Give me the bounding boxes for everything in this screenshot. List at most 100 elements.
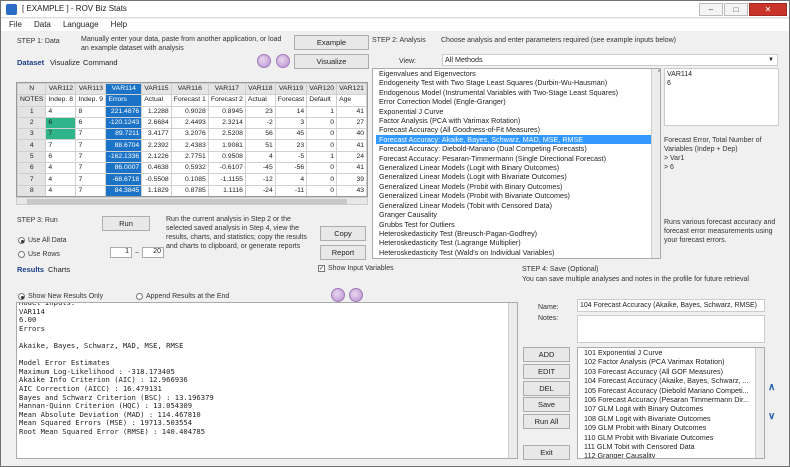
data-cell[interactable]: 4 — [45, 105, 77, 118]
list-item[interactable]: Generalized Linear Models (Probit with B… — [376, 191, 651, 200]
data-cell[interactable]: 6 — [45, 116, 77, 130]
list-item[interactable]: 101 Exponential J Curve — [581, 348, 755, 357]
list-item[interactable]: 108 GLM Logit with Bivariate Outcomes — [581, 414, 755, 423]
notes-cell[interactable]: Errors — [105, 94, 143, 107]
minimize-button[interactable]: – — [699, 3, 723, 16]
data-cell[interactable]: -0.5508 — [141, 173, 172, 186]
data-cell[interactable]: 40 — [336, 128, 367, 141]
data-cell[interactable]: 0 — [306, 139, 338, 152]
data-cell[interactable]: 221.4876 — [105, 105, 143, 118]
data-cell[interactable]: 1.1116 — [207, 184, 246, 196]
list-item[interactable]: Forecast Accuracy: Pesaran-Timmermann (S… — [376, 154, 651, 163]
data-cell[interactable]: -56 — [274, 162, 308, 175]
use-all-data-radio[interactable] — [18, 237, 25, 244]
data-cell[interactable]: -68.6718 — [105, 173, 143, 186]
data-cell[interactable]: 51 — [244, 139, 276, 152]
data-cell[interactable]: 2.2392 — [141, 139, 172, 152]
data-cell[interactable]: 43 — [336, 184, 367, 196]
analysis-methods-list[interactable]: Eigenvalues and Eigenvectors Endogeneity … — [372, 68, 661, 259]
list-item[interactable]: 102 Factor Analysis (PCA Varimax Rotatio… — [581, 357, 755, 366]
list-item[interactable]: Granger Causality — [376, 210, 651, 219]
example-button[interactable]: Example — [294, 35, 369, 50]
data-cell[interactable]: 4 — [244, 150, 276, 164]
list-item[interactable]: Heteroskedasticity Test (Wald's on Indiv… — [376, 248, 651, 257]
move-up-icon[interactable]: ∧ — [768, 382, 775, 393]
run-all-button[interactable]: Run All — [523, 414, 570, 429]
data-cell[interactable]: 23 — [274, 139, 308, 152]
data-cell[interactable]: 56 — [244, 128, 276, 141]
menu-language[interactable]: Language — [63, 19, 99, 31]
data-cell[interactable]: -120.1243 — [105, 116, 143, 130]
row-from-input[interactable]: 1 — [110, 247, 132, 258]
list-item[interactable]: 109 GLM Probit with Binary Outcomes — [581, 423, 755, 432]
analysis-input-box[interactable]: VAR114 6 — [664, 68, 779, 126]
list-item[interactable]: 104 Forecast Accuracy (Akaike, Bayes, Sc… — [581, 376, 755, 385]
exit-button[interactable]: Exit — [523, 445, 570, 460]
list-item[interactable]: Generalized Linear Models (Probit with B… — [376, 182, 651, 191]
data-cell[interactable]: 45 — [274, 128, 308, 141]
data-cell[interactable]: 7 — [45, 139, 77, 152]
results-scrollbar[interactable] — [508, 303, 517, 458]
data-cell[interactable]: 0.8785 — [170, 184, 209, 196]
list-item[interactable]: Heteroskedasticity Test (Breusch-Pagan-G… — [376, 229, 651, 238]
zoom-out-icon[interactable] — [349, 288, 363, 302]
data-cell[interactable]: 41 — [336, 139, 367, 152]
data-cell[interactable]: 2.1226 — [141, 150, 172, 164]
list-item[interactable]: Heteroskedasticity Test (Lagrange Multip… — [376, 238, 651, 247]
saved-analyses-list[interactable]: 101 Exponential J Curve 102 Factor Analys… — [577, 347, 765, 459]
data-cell[interactable]: 4 — [274, 173, 308, 186]
data-cell[interactable]: 7 — [75, 162, 107, 175]
col-header[interactable]: VAR115 — [141, 83, 172, 96]
list-item[interactable]: 103 Forecast Accuracy (All GOF Measures) — [581, 367, 755, 376]
data-cell[interactable]: -0.6107 — [207, 162, 246, 175]
list-item[interactable]: Forecast Accuracy: Akaike, Bayes, Schwar… — [376, 134, 651, 145]
visualize-button[interactable]: Visualize — [294, 54, 369, 69]
close-button[interactable]: ✕ — [749, 3, 787, 16]
col-header[interactable]: VAR116 — [170, 83, 209, 96]
data-cell[interactable]: 14 — [274, 105, 308, 118]
col-header[interactable]: VAR121 — [336, 83, 367, 96]
list-item[interactable]: Grubbs Test for Outliers — [376, 220, 651, 229]
notes-cell[interactable]: Indep. 9 — [75, 94, 107, 107]
data-cell[interactable]: 7 — [45, 128, 77, 141]
list-item[interactable]: 110 GLM Probit with Bivariate Outcomes — [581, 433, 755, 442]
notes-cell[interactable]: Forecast 1 — [170, 94, 209, 107]
tab-results[interactable]: Results — [17, 265, 44, 274]
list-item[interactable]: Endogeneity Test with Two Stage Least Sq… — [376, 78, 651, 87]
list-item[interactable]: Endogenous Model (Instrumental Variables… — [376, 88, 651, 97]
data-grid[interactable]: N VAR112 VAR113 VAR114 VAR115 VAR116 VAR… — [16, 82, 368, 197]
data-cell[interactable]: 7 — [75, 173, 107, 186]
list-item[interactable]: Generalized Linear Models (Logit with Bi… — [376, 163, 651, 172]
data-cell[interactable]: 7 — [75, 128, 107, 141]
data-cell[interactable]: 1.9081 — [207, 139, 246, 152]
data-cell[interactable]: 0 — [306, 128, 338, 141]
notes-cell[interactable]: Age — [336, 94, 367, 107]
maximize-button[interactable]: □ — [724, 3, 748, 16]
data-cell[interactable]: 7 — [75, 184, 107, 196]
data-cell[interactable]: 4 — [45, 184, 77, 196]
data-cell[interactable]: 89.7211 — [105, 128, 143, 141]
list-item[interactable]: Generalized Linear Models (Tobit with Ce… — [376, 201, 651, 210]
notes-textarea[interactable] — [577, 315, 765, 343]
col-header[interactable]: VAR119 — [274, 83, 308, 96]
move-down-icon[interactable]: ∨ — [768, 411, 775, 422]
zoom-in-icon[interactable] — [257, 54, 271, 68]
menu-help[interactable]: Help — [111, 19, 127, 31]
list-item[interactable]: Forecast Accuracy: Diebold-Mariano (Dual… — [376, 144, 651, 153]
data-cell[interactable]: 4 — [45, 173, 77, 186]
data-cell[interactable]: 24 — [336, 150, 367, 164]
data-cell[interactable]: 2.5208 — [207, 128, 246, 141]
col-header[interactable]: VAR117 — [207, 83, 246, 96]
tab-dataset[interactable]: Dataset — [17, 58, 44, 67]
data-cell[interactable]: 1 — [306, 150, 338, 164]
notes-cell[interactable]: Forecast 2 — [207, 94, 246, 107]
data-cell[interactable]: 2.6684 — [141, 116, 172, 130]
data-cell[interactable]: -45 — [244, 162, 276, 175]
data-cell[interactable]: 84.3845 — [105, 184, 143, 196]
zoom-out-icon[interactable] — [276, 54, 290, 68]
data-cell[interactable]: 6 — [45, 150, 77, 164]
list-item[interactable]: Generalized Linear Models (Logit with Bi… — [376, 172, 651, 181]
data-cell[interactable]: -24 — [244, 184, 276, 196]
edit-button[interactable]: EDIT — [523, 364, 570, 379]
list-item[interactable]: Factor Analysis (PCA with Varimax Rotati… — [376, 116, 651, 125]
